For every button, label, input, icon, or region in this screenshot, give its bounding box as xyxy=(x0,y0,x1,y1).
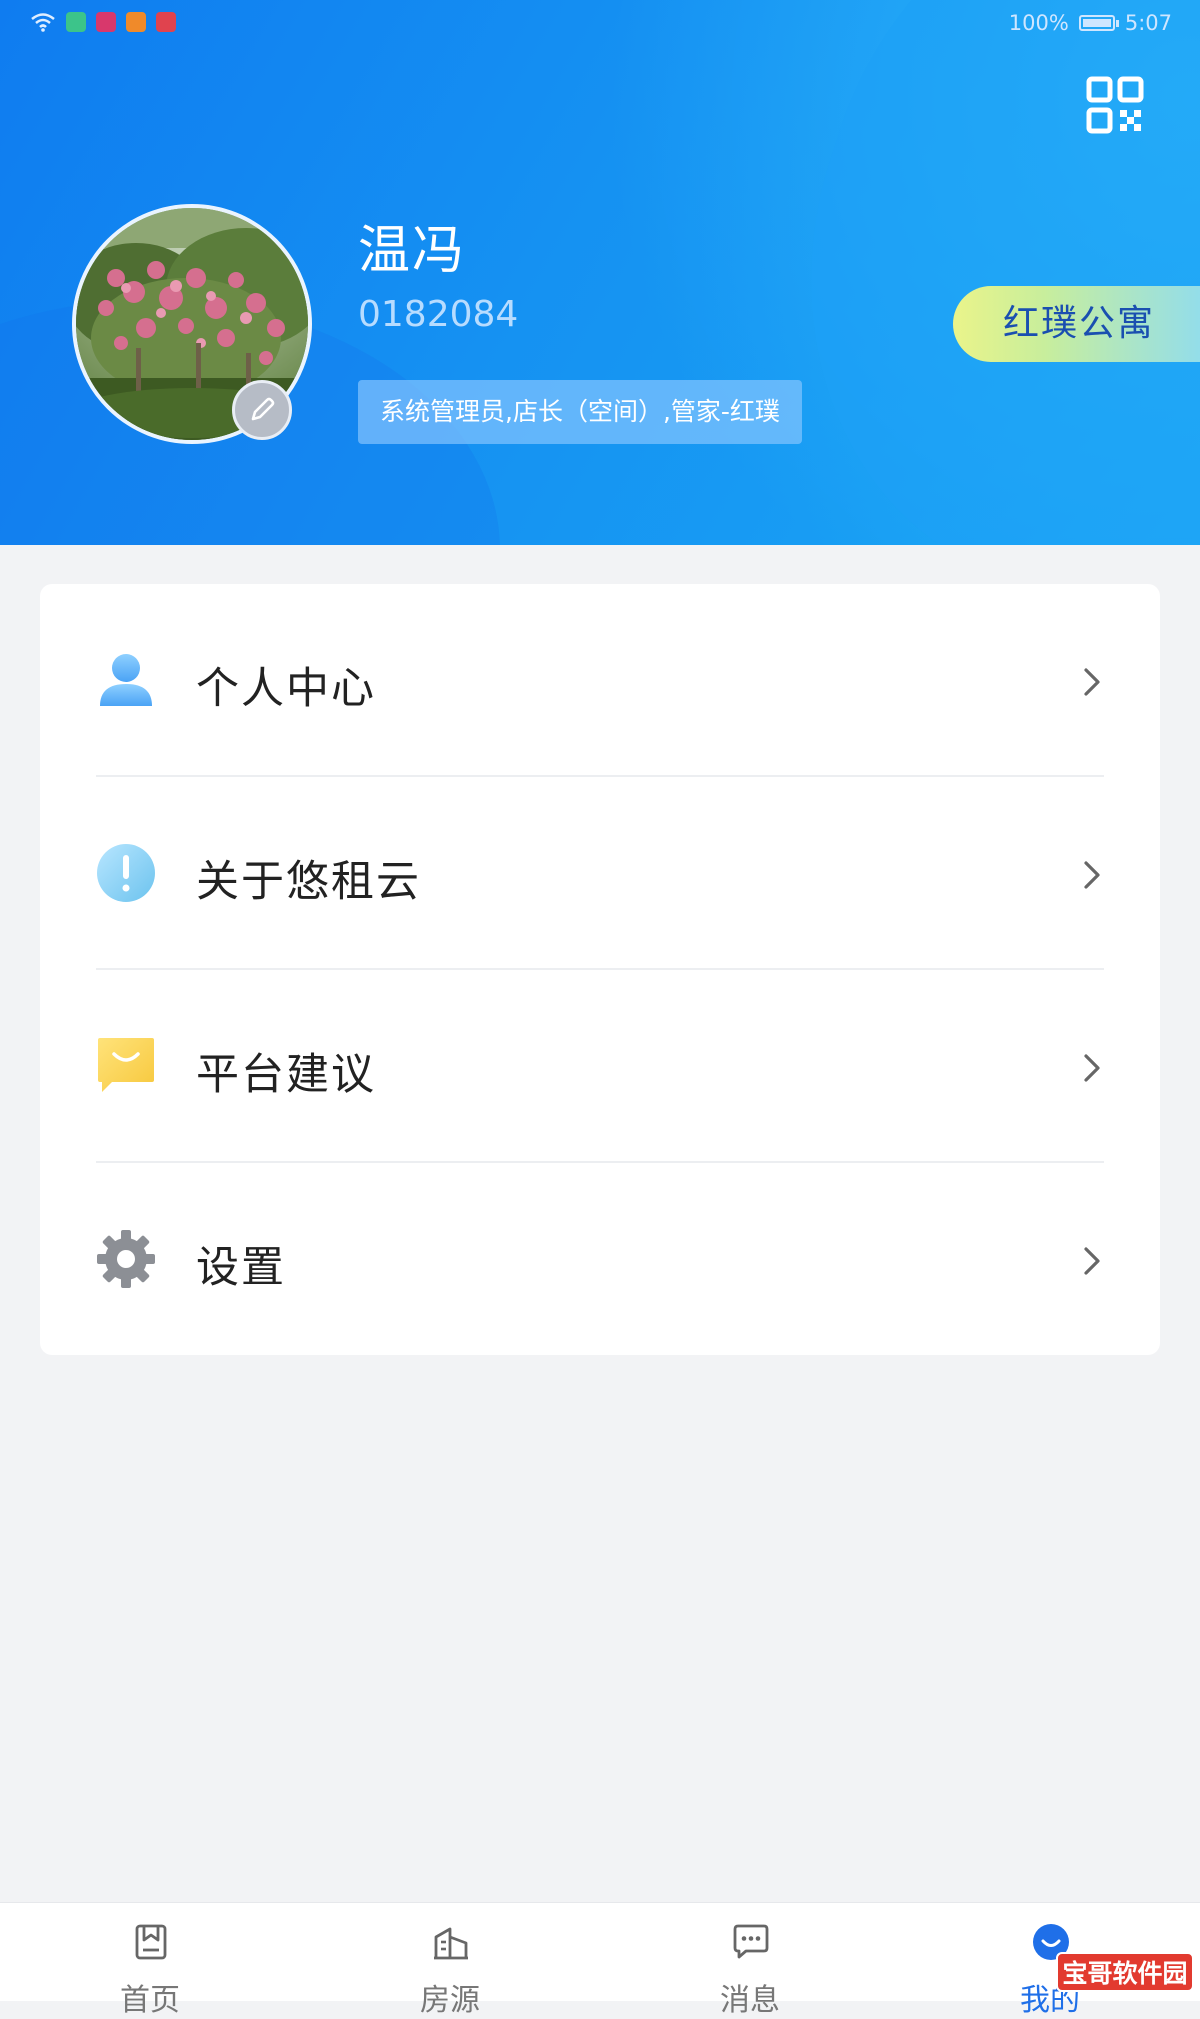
menu-item-personal-center[interactable]: 个人中心 xyxy=(40,584,1160,777)
battery-percent: 100% xyxy=(1008,11,1069,35)
battery-icon xyxy=(1078,15,1119,31)
chevron-right-icon xyxy=(1084,861,1100,889)
building-icon xyxy=(434,1927,468,1960)
nav-item-home[interactable]: 首页 xyxy=(50,1903,250,2018)
chevron-right-icon xyxy=(1084,1054,1100,1082)
watermark-logo: 宝哥软件园 xyxy=(1056,1952,1194,1992)
feedback-icon xyxy=(98,1038,154,1092)
home-icon xyxy=(135,1924,167,1960)
info-icon xyxy=(97,844,155,902)
roles-badge: 系统管理员,店长（空间）,管家-红璞 xyxy=(358,380,802,444)
pencil-icon xyxy=(251,397,275,421)
menu-item-label: 设置 xyxy=(196,1243,286,1293)
nav-label: 首页 xyxy=(120,1983,180,2018)
qr-code-icon xyxy=(1086,76,1144,134)
profile-header: 100% 5:07 温冯 0182084 系统管理员,店长（空间）,管家-红璞 … xyxy=(0,0,1200,545)
nav-item-listings[interactable]: 房源 xyxy=(350,1903,550,2018)
message-icon xyxy=(733,1924,769,1959)
user-name: 温冯 xyxy=(358,221,467,281)
nav-label: 消息 xyxy=(720,1983,780,2018)
chevron-right-icon xyxy=(1084,668,1100,696)
clock: 5:07 xyxy=(1124,11,1172,35)
gear-icon xyxy=(97,1230,155,1288)
menu-item-feedback[interactable]: 平台建议 xyxy=(40,970,1160,1163)
menu-item-label: 平台建议 xyxy=(196,1050,376,1100)
calendar-notification-icon xyxy=(96,12,116,32)
status-icons xyxy=(30,12,176,32)
menu-item-settings[interactable]: 设置 xyxy=(40,1163,1160,1356)
nav-label: 房源 xyxy=(420,1983,480,2018)
menu-item-label: 关于悠租云 xyxy=(196,857,421,907)
chevron-right-icon xyxy=(1084,1247,1100,1275)
menu-item-about[interactable]: 关于悠租云 xyxy=(40,777,1160,970)
wifi-icon xyxy=(31,13,55,32)
qr-code-button[interactable] xyxy=(1086,76,1144,134)
book-notification-icon xyxy=(156,12,176,32)
user-id: 0182084 xyxy=(358,294,519,335)
status-bar: 100% 5:07 xyxy=(0,0,1200,50)
bottom-nav: 首页 房源 消息 我的 xyxy=(0,1902,1200,2018)
play-notification-icon xyxy=(126,12,146,32)
edit-avatar-button[interactable] xyxy=(232,380,292,440)
person-icon xyxy=(100,654,152,706)
avatar-container xyxy=(72,204,312,444)
nav-item-messages[interactable]: 消息 xyxy=(650,1903,850,2018)
status-right: 100% 5:07 xyxy=(1009,11,1172,35)
app-notification-icon xyxy=(66,12,86,32)
menu-card: 个人中心 关于悠租云 平台建议 设置 xyxy=(40,584,1160,1355)
menu-item-label: 个人中心 xyxy=(196,664,376,714)
apartment-switch-button[interactable]: 红璞公寓 xyxy=(953,286,1200,362)
